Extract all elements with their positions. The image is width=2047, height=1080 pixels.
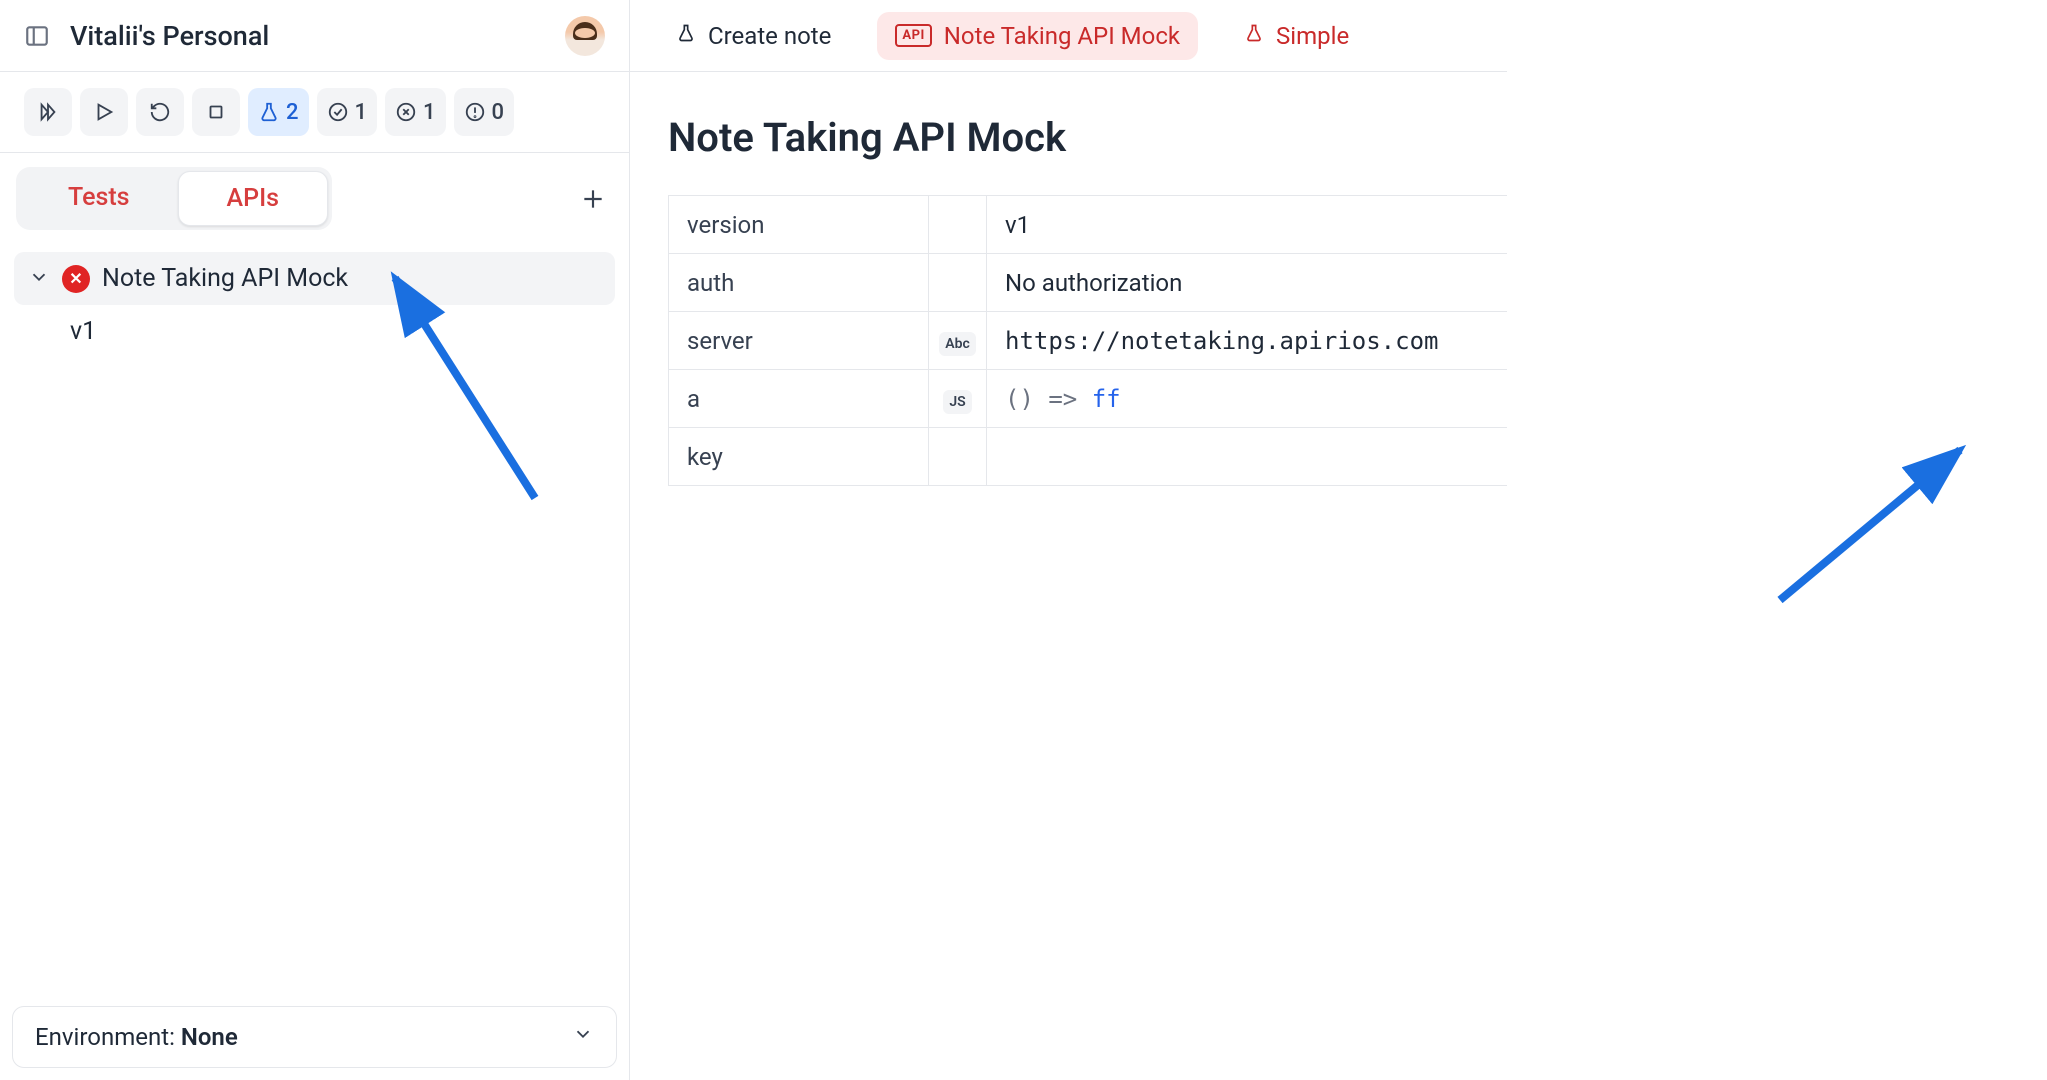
row-auth-key[interactable]: auth xyxy=(669,254,929,312)
tab-simple[interactable]: Simple xyxy=(1226,11,1367,61)
panel-toggle-icon[interactable] xyxy=(24,23,50,49)
workspace-name[interactable]: Vitalii's Personal xyxy=(70,20,545,52)
tree-root-item[interactable]: ✕ Note Taking API Mock xyxy=(14,252,615,305)
tree-root-label: Note Taking API Mock xyxy=(102,264,348,293)
sidebar-header: Vitalii's Personal xyxy=(0,0,629,72)
filter-warn-button[interactable]: 0 xyxy=(454,88,515,136)
flask-count: 2 xyxy=(286,100,299,125)
stop-button[interactable] xyxy=(192,88,240,136)
row-version-key[interactable]: version xyxy=(669,196,929,254)
row-server-key[interactable]: server xyxy=(669,312,929,370)
environment-selector[interactable]: Environment: None xyxy=(12,1006,617,1068)
filter-fail-button[interactable]: 1 xyxy=(385,88,446,136)
sidebar-toolbar: 2 1 1 0 xyxy=(0,72,629,153)
sidebar-tabs-row: Tests APIs xyxy=(0,153,629,244)
tab-tests[interactable]: Tests xyxy=(20,171,178,226)
warn-count: 0 xyxy=(492,100,505,125)
error-badge-icon: ✕ xyxy=(62,265,90,293)
tree-child-label: v1 xyxy=(70,317,96,346)
add-button[interactable] xyxy=(573,179,613,219)
pass-count: 1 xyxy=(355,100,368,125)
filter-flask-button[interactable]: 2 xyxy=(248,88,309,136)
sidebar: Vitalii's Personal 2 1 1 0 xyxy=(0,0,630,1080)
fail-count: 1 xyxy=(423,100,436,125)
play-button[interactable] xyxy=(80,88,128,136)
environment-label: Environment: None xyxy=(35,1023,238,1051)
avatar[interactable] xyxy=(565,16,605,56)
right-gutter xyxy=(1507,0,2047,1080)
tab-create-note-label: Create note xyxy=(708,22,831,50)
row-empty-key[interactable]: key xyxy=(669,428,929,486)
tab-api-mock-label: Note Taking API Mock xyxy=(944,22,1180,50)
flask-icon xyxy=(1244,21,1264,51)
chevron-down-icon xyxy=(28,266,50,292)
chevron-down-icon xyxy=(572,1023,594,1051)
api-badge: API xyxy=(895,24,931,47)
sidebar-tabs: Tests APIs xyxy=(16,167,332,230)
tab-apis[interactable]: APIs xyxy=(178,171,328,226)
tree-child-item[interactable]: v1 xyxy=(14,305,615,358)
tab-simple-label: Simple xyxy=(1276,22,1349,50)
row-a-type[interactable]: JS xyxy=(929,370,987,428)
row-version-type xyxy=(929,196,987,254)
run-all-button[interactable] xyxy=(24,88,72,136)
row-empty-type xyxy=(929,428,987,486)
tab-create-note[interactable]: Create note xyxy=(658,11,849,61)
row-a-key[interactable]: a xyxy=(669,370,929,428)
api-tree: ✕ Note Taking API Mock v1 xyxy=(0,244,629,994)
flask-icon xyxy=(676,21,696,51)
filter-pass-button[interactable]: 1 xyxy=(317,88,378,136)
row-server-type[interactable]: Abc xyxy=(929,312,987,370)
row-auth-type xyxy=(929,254,987,312)
refresh-button[interactable] xyxy=(136,88,184,136)
tab-api-mock[interactable]: API Note Taking API Mock xyxy=(877,12,1198,60)
